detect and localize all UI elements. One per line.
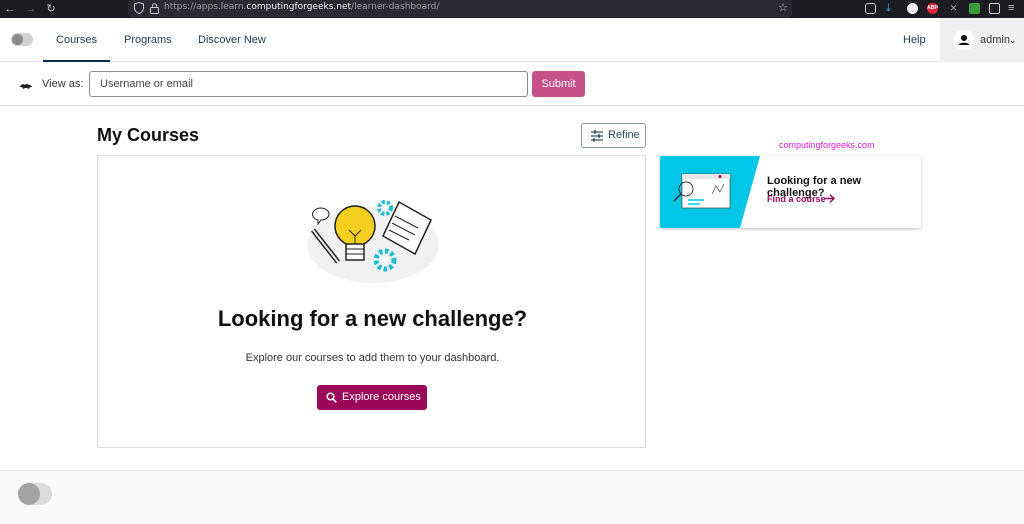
site-footer — [0, 470, 1024, 524]
tab-programs[interactable]: Programs — [124, 18, 172, 62]
user-icon — [958, 35, 970, 45]
download-icon[interactable]: ⤓ — [886, 3, 897, 14]
url-text: https://apps.learn.computingforgeeks.net… — [164, 2, 440, 12]
view-as-label: View as: — [42, 78, 84, 90]
explore-courses-button[interactable]: Explore courses — [317, 385, 427, 410]
arrow-right-icon — [824, 194, 835, 203]
tab-courses[interactable]: Courses — [43, 18, 110, 62]
menu-icon[interactable]: ≡ — [1008, 3, 1019, 14]
empty-state-text: Explore our courses to add them to your … — [245, 352, 500, 364]
reload-icon[interactable]: ↻ — [44, 2, 58, 16]
pocket-icon[interactable] — [865, 3, 876, 14]
adblock-icon[interactable]: ABP — [927, 3, 938, 14]
watermark-text: computingforgeeks.com — [779, 140, 875, 150]
back-arrow-icon[interactable]: ← — [3, 2, 17, 16]
extensions-puzzle-icon[interactable] — [989, 3, 1000, 14]
find-course-card[interactable]: Looking for a new challenge? Find a cour… — [660, 156, 921, 228]
lightbulb-illustration — [307, 200, 439, 283]
bookmark-star-icon[interactable]: ☆ — [778, 1, 788, 14]
forward-arrow-icon[interactable]: → — [24, 2, 38, 16]
explore-courses-label: Explore courses — [342, 391, 421, 403]
submit-button[interactable]: Submit — [532, 71, 585, 97]
user-menu[interactable]: admin ⌄ — [940, 18, 1024, 62]
tab-discover-new[interactable]: Discover New — [198, 18, 266, 62]
incognito-icon — [20, 84, 32, 89]
help-link[interactable]: Help — [903, 18, 926, 62]
search-icon — [326, 392, 337, 403]
shield-icon[interactable] — [134, 2, 144, 14]
masquerade-username-input[interactable] — [89, 71, 528, 97]
extension-icon[interactable] — [907, 3, 918, 14]
masquerade-bar: View as: Submit — [0, 62, 1024, 106]
username-label: admin — [980, 34, 1010, 46]
find-course-label: Find a course — [767, 194, 826, 204]
site-header: Courses Programs Discover New Help admin… — [0, 18, 1024, 62]
green-extension-icon[interactable] — [969, 3, 980, 14]
empty-courses-card: Looking for a new challenge? Explore our… — [97, 155, 646, 448]
course-graphic-illustration — [660, 156, 760, 228]
chevron-down-icon: ⌄ — [1009, 35, 1017, 45]
footer-logo[interactable] — [18, 483, 52, 505]
avatar — [954, 30, 974, 50]
refine-label: Refine — [608, 129, 640, 141]
find-course-link[interactable]: Find a course — [767, 194, 835, 204]
lock-icon[interactable] — [150, 3, 159, 14]
site-logo[interactable] — [11, 33, 33, 46]
browser-toolbar: ← → ↻ https://apps.learn.computingforgee… — [0, 0, 1024, 18]
crossed-extension-icon[interactable]: ✕ — [948, 3, 959, 14]
refine-button[interactable]: Refine — [581, 123, 646, 148]
sliders-icon — [591, 130, 603, 142]
page-title: My Courses — [97, 125, 200, 145]
address-bar[interactable]: https://apps.learn.computingforgeeks.net… — [128, 0, 792, 17]
empty-state-heading: Looking for a new challenge? — [217, 306, 528, 331]
